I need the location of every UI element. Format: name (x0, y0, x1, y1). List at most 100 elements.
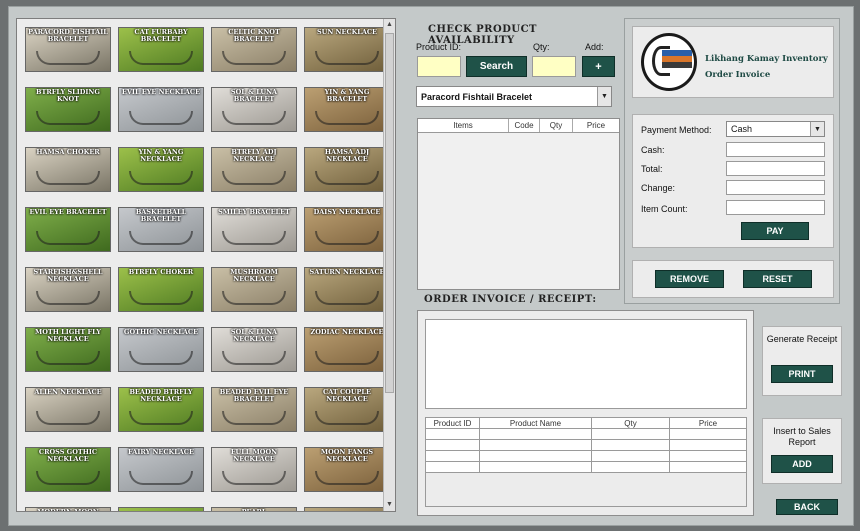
product-select[interactable]: Paracord Fishtail Bracelet ▼ (416, 86, 612, 107)
product-tile[interactable]: FAIRY NECKLACE (118, 447, 204, 492)
product-tile[interactable]: PARACORD FISHTAIL BRACELET (25, 27, 111, 72)
product-tile[interactable]: MOTH LIGHT FLY NECKLACE (25, 327, 111, 372)
items-column-header: Items (418, 119, 509, 132)
add-sales-button[interactable]: ADD (771, 455, 833, 473)
product-tile-label: DAISY NECKLACE (313, 208, 381, 216)
invoice-table[interactable]: Product ID Product Name Qty Price (425, 417, 747, 507)
product-tile-label: YIN & YANG BRACELET (324, 88, 370, 103)
jewelry-image-icon (36, 111, 100, 125)
product-tile[interactable] (304, 507, 390, 511)
payment-method-value: Cash (731, 124, 753, 134)
product-tile[interactable]: GOTHIC NECKLACE (118, 327, 204, 372)
table-row[interactable] (426, 462, 746, 473)
jewelry-image-icon (129, 171, 193, 185)
scroll-thumb[interactable] (385, 33, 394, 393)
grid-scrollbar[interactable]: ▲ ▼ (383, 19, 395, 511)
jewelry-image-icon (315, 111, 379, 125)
chevron-down-icon[interactable]: ▼ (810, 122, 824, 136)
table-row[interactable] (426, 440, 746, 451)
remove-button[interactable]: REMOVE (655, 270, 724, 288)
generate-receipt-label: Generate Receipt (766, 334, 838, 344)
product-tile[interactable]: ZODIAC NECKLACE (304, 327, 390, 372)
product-tile[interactable] (118, 507, 204, 511)
payment-method-select[interactable]: Cash ▼ (726, 121, 825, 137)
scroll-down-arrow-icon[interactable]: ▼ (384, 499, 395, 511)
product-id-label: Product ID: (416, 42, 462, 52)
scroll-up-arrow-icon[interactable]: ▲ (384, 19, 395, 31)
product-tile[interactable]: BEADED BTRFLY NECKLACE (118, 387, 204, 432)
product-tile-label: CAT COUPLE NECKLACE (323, 388, 371, 403)
product-tile[interactable]: YIN & YANG BRACELET (304, 87, 390, 132)
product-tile-label: ZODIAC NECKLACE (310, 328, 384, 336)
jewelry-image-icon (222, 111, 286, 125)
product-tile[interactable]: SUN NECKLACE (304, 27, 390, 72)
jewelry-image-icon (222, 171, 286, 185)
change-field (726, 180, 825, 195)
product-tile-label: BTRFLY CHOKER (128, 268, 194, 276)
invoice-heading: ORDER INVOICE / RECEIPT: (424, 294, 597, 305)
insert-sales-box: Insert to Sales Report ADD (762, 418, 842, 484)
product-tile[interactable]: BTRFLY ADJ NECKLACE (211, 147, 297, 192)
product-tile[interactable]: STARFISH&SHELL NECKLACE (25, 267, 111, 312)
product-tile[interactable]: CAT COUPLE NECKLACE (304, 387, 390, 432)
table-row[interactable] (426, 429, 746, 440)
product-tile[interactable]: SATURN NECKLACE (304, 267, 390, 312)
product-tile-label: FAIRY NECKLACE (128, 448, 194, 456)
app-title-line2: Order Invoice (705, 70, 771, 80)
product-tile[interactable]: BASKETBALL BRACELET (118, 207, 204, 252)
jewelry-image-icon (129, 351, 193, 365)
product-tile[interactable]: EVIL EYE BRACELET (25, 207, 111, 252)
product-tile[interactable]: BTRFLY CHOKER (118, 267, 204, 312)
chevron-down-icon[interactable]: ▼ (597, 87, 611, 106)
qty-input[interactable] (532, 56, 576, 77)
product-tile[interactable]: CROSS GOTHIC NECKLACE (25, 447, 111, 492)
product-tile-label: BTRFLY SLIDING KNOT (36, 88, 100, 103)
product-tile[interactable]: CELTIC KNOT BRACELET (211, 27, 297, 72)
items-table[interactable]: Items Code Qty Price (417, 118, 620, 290)
product-tile[interactable]: ALIEN NECKLACE (25, 387, 111, 432)
product-tile[interactable]: EVIL EYE NECKLACE (118, 87, 204, 132)
jewelry-image-icon (36, 351, 100, 365)
product-tile-label: HAMSA ADJ NECKLACE (324, 148, 370, 163)
product-tile[interactable]: MOON FANGS NECKLACE (304, 447, 390, 492)
cash-input[interactable] (726, 142, 825, 157)
product-tile-label: MODERN MOON (37, 508, 99, 512)
product-tile[interactable]: MUSHROOM NECKLACE (211, 267, 297, 312)
product-tile[interactable]: PEARL (211, 507, 297, 511)
product-tile[interactable]: DAISY NECKLACE (304, 207, 390, 252)
payment-method-label: Payment Method: (641, 125, 712, 135)
product-tile-label: YIN & YANG NECKLACE (138, 148, 184, 163)
product-tile-label: SOL & LUNA NECKLACE (230, 328, 278, 343)
product-id-input[interactable] (417, 56, 461, 77)
add-item-button[interactable]: + (582, 56, 615, 77)
product-tile-label: HAMSA CHOKER (36, 148, 100, 156)
product-grid: PARACORD FISHTAIL BRACELET CAT FURBABY BR… (25, 27, 391, 512)
product-tile-label: EVIL EYE NECKLACE (121, 88, 201, 96)
back-button[interactable]: BACK (776, 499, 838, 515)
product-tile[interactable]: HAMSA ADJ NECKLACE (304, 147, 390, 192)
product-tile[interactable]: BEADED EVIL EYE BRACELET (211, 387, 297, 432)
remove-reset-box: REMOVE RESET (632, 260, 834, 298)
receipt-text-area[interactable] (425, 319, 747, 409)
product-tile[interactable]: FULL MOON NECKLACE (211, 447, 297, 492)
payment-panel: Likhang Kamay Inventory Order Invoice Pa… (624, 18, 840, 304)
pay-button[interactable]: PAY (741, 222, 809, 240)
product-tile-label: PARACORD FISHTAIL BRACELET (28, 28, 108, 43)
product-tile[interactable]: HAMSA CHOKER (25, 147, 111, 192)
product-tile-label: BEADED EVIL EYE BRACELET (219, 388, 289, 403)
reset-button[interactable]: RESET (743, 270, 812, 288)
table-row[interactable] (426, 451, 746, 462)
product-tile[interactable]: SMILEY BRACELET (211, 207, 297, 252)
product-tile[interactable]: SOL & LUNA BRACELET (211, 87, 297, 132)
product-tile[interactable]: CAT FURBABY BRACELET (118, 27, 204, 72)
product-tile[interactable]: BTRFLY SLIDING KNOT (25, 87, 111, 132)
search-button[interactable]: Search (466, 56, 527, 77)
product-tile[interactable]: MODERN MOON (25, 507, 111, 512)
jewelry-image-icon (36, 471, 100, 485)
jewelry-image-icon (315, 51, 379, 65)
product-tile[interactable]: SOL & LUNA NECKLACE (211, 327, 297, 372)
app-title-line1: Likhang Kamay Inventory (705, 54, 828, 64)
product-tile[interactable]: YIN & YANG NECKLACE (118, 147, 204, 192)
print-button[interactable]: PRINT (771, 365, 833, 383)
change-label: Change: (641, 183, 676, 193)
